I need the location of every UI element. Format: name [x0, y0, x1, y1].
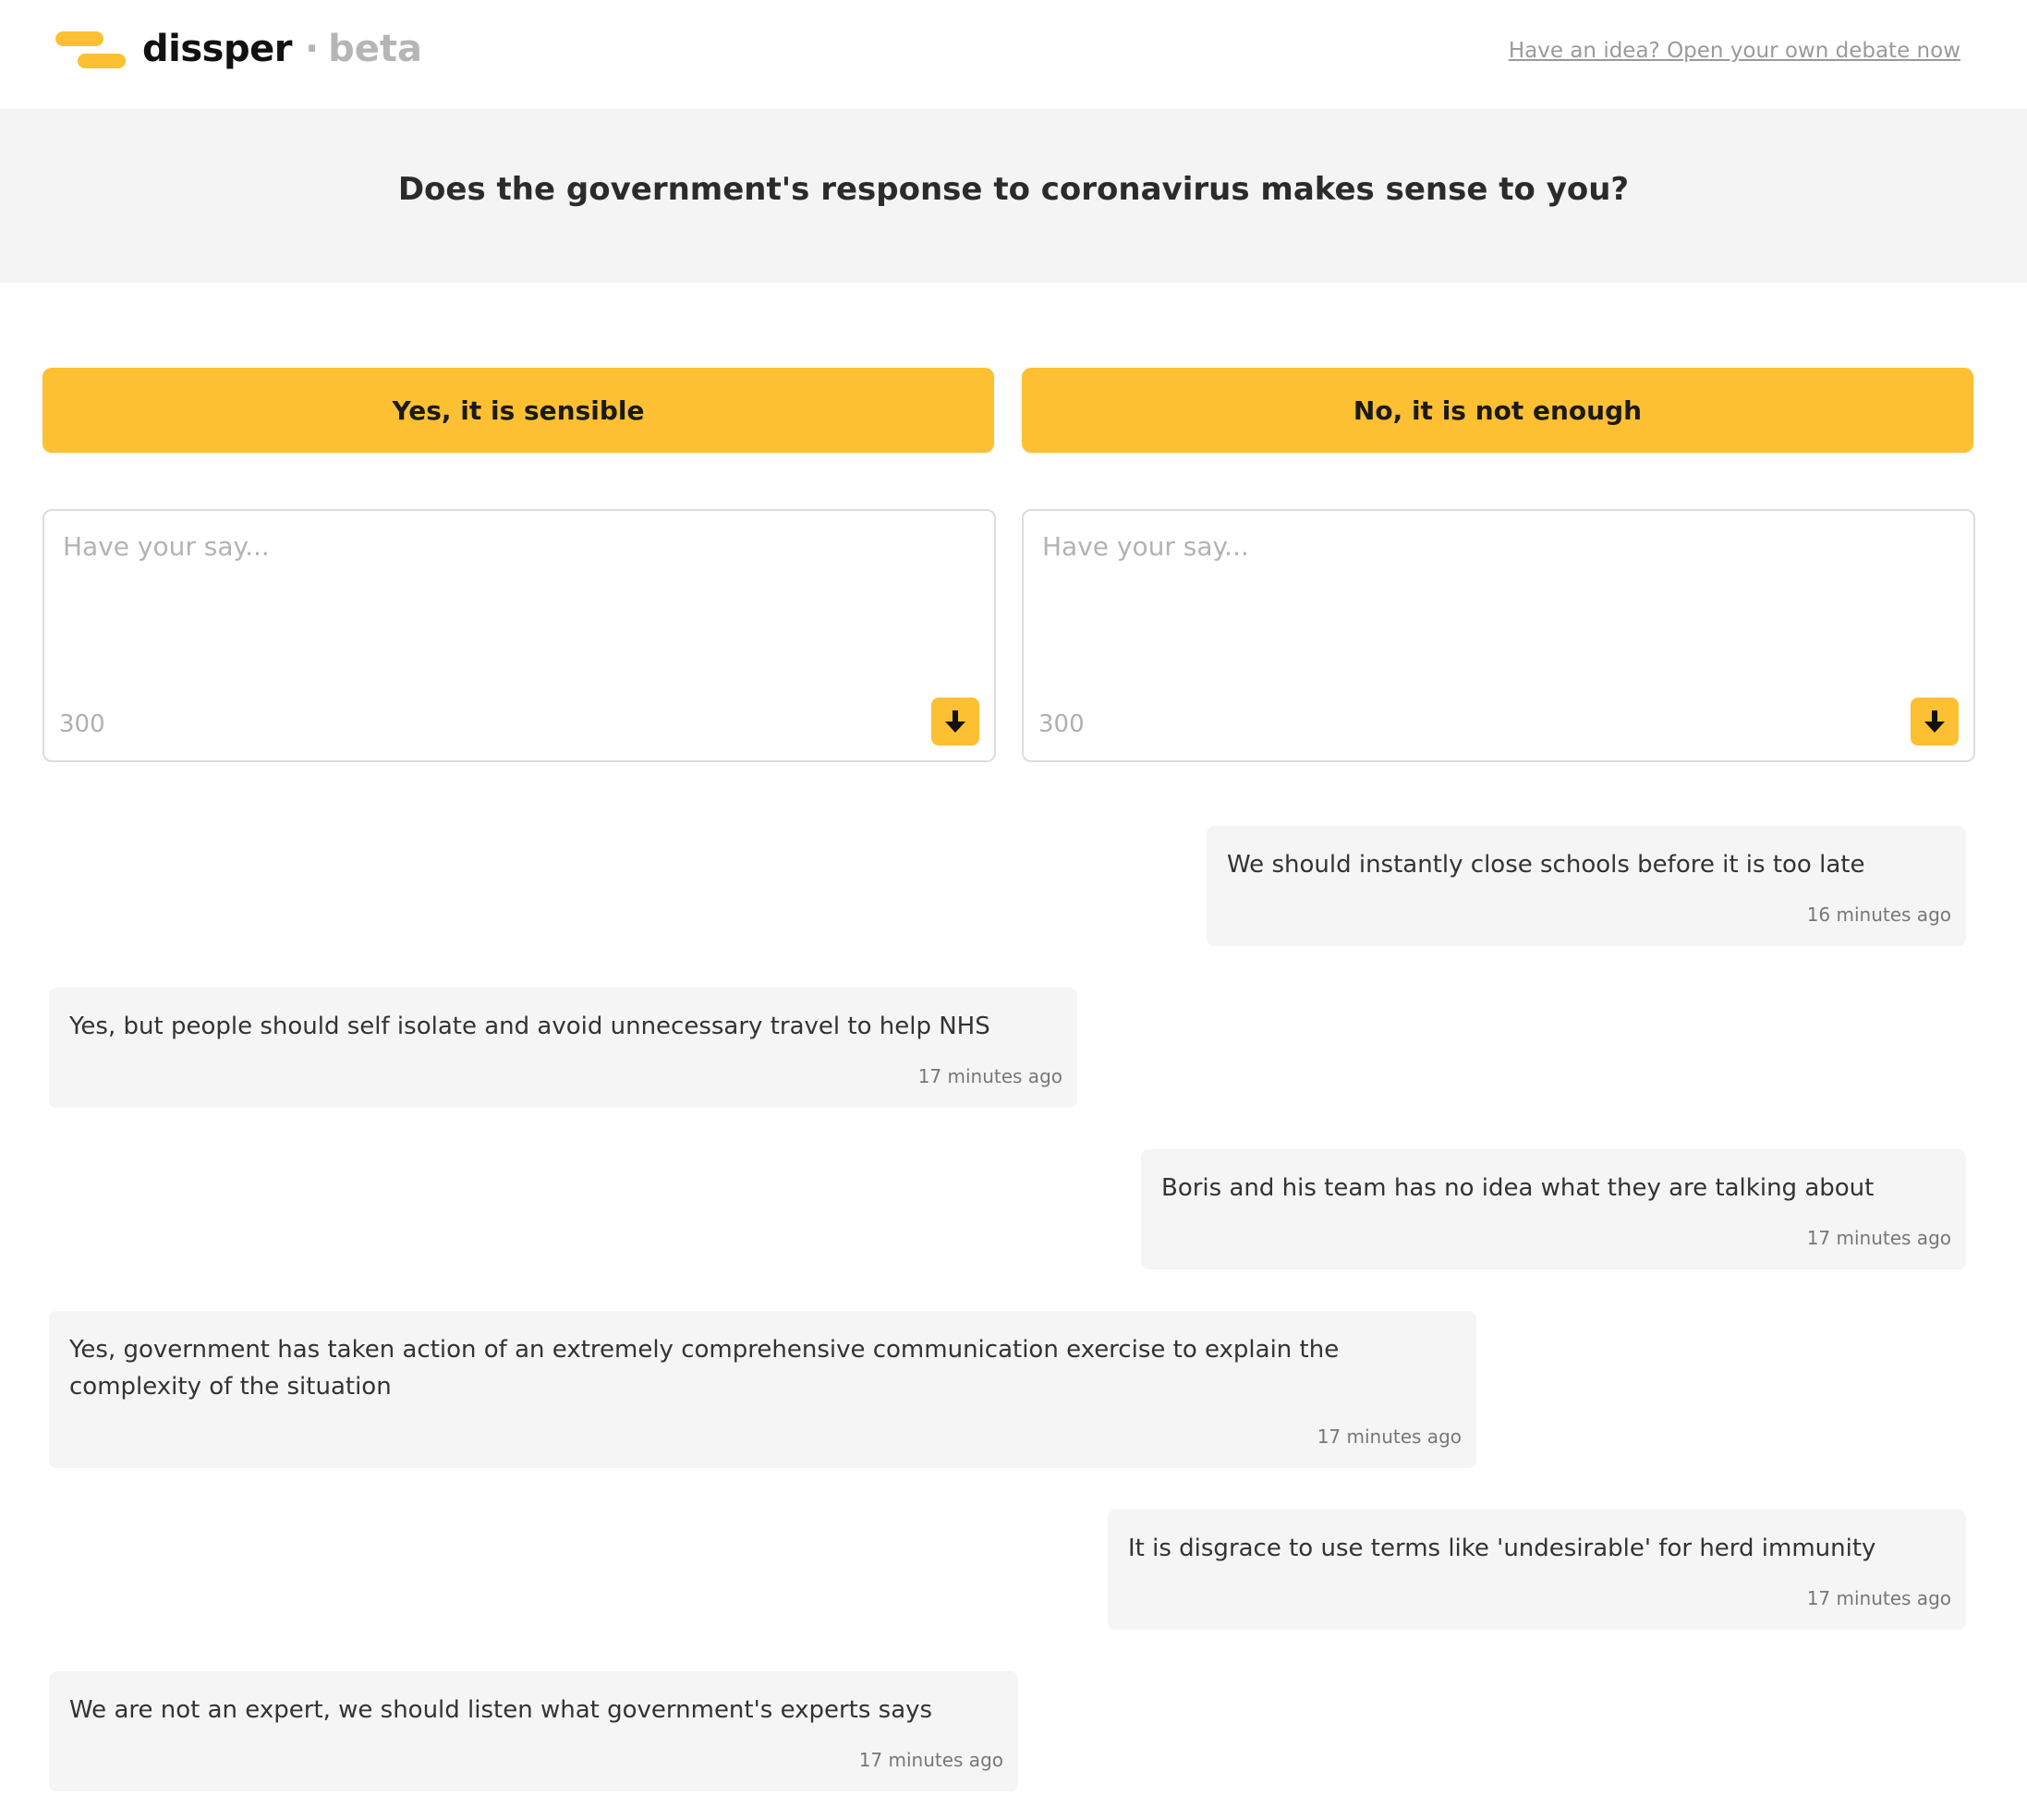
no-side-button[interactable]: No, it is not enough [1022, 368, 1973, 453]
no-char-counter: 300 [1038, 710, 1085, 738]
comment-card: Yes, government has taken action of an e… [49, 1311, 1476, 1468]
comment-timestamp: 16 minutes ago [1806, 904, 1951, 926]
comment-card: We are not an expert, we should listen w… [49, 1671, 1018, 1791]
comment-card: It is disgrace to use terms like 'undesi… [1108, 1510, 1966, 1630]
arrow-down-icon [945, 710, 965, 733]
yes-composer: 300 [42, 509, 996, 762]
top-bar: dissper · beta Have an idea? Open your o… [0, 0, 2027, 109]
comment-timestamp: 17 minutes ago [1317, 1426, 1462, 1448]
yes-side-button[interactable]: Yes, it is sensible [42, 368, 994, 453]
no-composer: 300 [1022, 509, 1975, 762]
comment-text: Boris and his team has no idea what they… [1161, 1174, 1875, 1202]
comment-timestamp: 17 minutes ago [917, 1065, 1062, 1087]
comment-timestamp: 17 minutes ago [858, 1749, 1003, 1771]
logo[interactable]: dissper · beta [55, 24, 422, 74]
comment-card: We should instantly close schools before… [1207, 826, 1966, 946]
no-comment-input[interactable] [1040, 529, 1959, 681]
open-debate-link[interactable]: Have an idea? Open your own debate now [1509, 39, 1960, 63]
brand-separator: · [304, 28, 320, 70]
comment-text: We are not an expert, we should listen w… [69, 1696, 933, 1724]
yes-char-counter: 300 [59, 710, 105, 738]
yes-submit-button[interactable] [931, 698, 979, 746]
comment-text: It is disgrace to use terms like 'undesi… [1128, 1535, 1876, 1562]
arrow-down-icon [1924, 710, 1945, 733]
no-submit-button[interactable] [1911, 698, 1959, 746]
brand-name: dissper [142, 28, 292, 70]
comment-timestamp: 17 minutes ago [1806, 1587, 1951, 1609]
yes-comment-input[interactable] [61, 529, 979, 681]
comment-text: Yes, but people should self isolate and … [69, 1013, 990, 1040]
comment-text: We should instantly close schools before… [1227, 851, 1865, 879]
beta-badge: beta [328, 28, 423, 70]
comment-timestamp: 17 minutes ago [1806, 1227, 1951, 1249]
comment-card: Yes, but people should self isolate and … [49, 988, 1077, 1108]
debate-question: Does the government's response to corona… [397, 171, 1630, 208]
question-banner: Does the government's response to corona… [0, 109, 2027, 283]
comment-card: Boris and his team has no idea what they… [1141, 1149, 1966, 1269]
logo-mark-icon [55, 24, 129, 74]
comment-text: Yes, government has taken action of an e… [69, 1336, 1340, 1401]
